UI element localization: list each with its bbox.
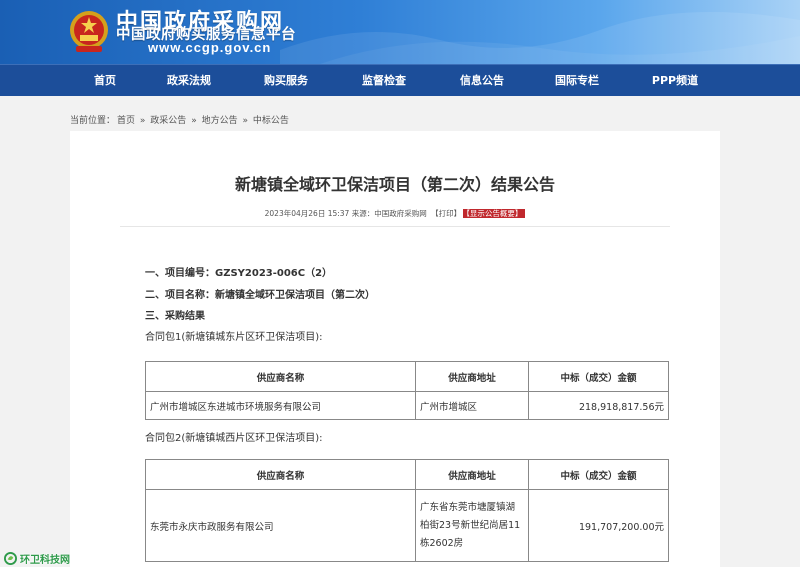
award-amount-cell: 191,707,200.00元 (528, 489, 669, 562)
breadcrumb-label: 当前位置： (70, 116, 116, 126)
header-supplier-address: 供应商地址 (415, 459, 529, 490)
article-panel: 新塘镇全域环卫保洁项目（第二次）结果公告 2023年04月26日 15:37 来… (70, 131, 720, 567)
main-nav: 首页 政采法规 购买服务 监督检查 信息公告 国际专栏 PPP频道 (0, 64, 800, 96)
breadcrumb-item-local[interactable]: 地方公告 (202, 116, 238, 126)
supplier-address-cell: 广州市增城区 (415, 391, 529, 420)
watermark: 环卫科技网 (4, 550, 70, 566)
national-emblem-icon (70, 11, 108, 52)
result-table-2: 供应商名称 供应商地址 中标（成交）金额 东莞市永庆市政服务有限公司 广东省东莞… (145, 459, 669, 562)
procurement-result-heading: 三、采购结果 (145, 311, 205, 322)
breadcrumb-item-home[interactable]: 首页 (117, 116, 135, 126)
header-wave-decoration (280, 12, 800, 64)
package-2-label: 合同包2(新塘镇城西片区环卫保洁项目): (145, 433, 323, 444)
award-amount-cell: 218,918,817.56元 (528, 391, 669, 420)
package-1-label: 合同包1(新塘镇城东片区环卫保洁项目): (145, 332, 323, 343)
nav-item-home[interactable]: 首页 (94, 65, 116, 97)
table-row: 东莞市永庆市政服务有限公司 广东省东莞市塘厦镇湖柏街23号新世纪尚居11栋260… (145, 489, 669, 562)
table-header-row: 供应商名称 供应商地址 中标（成交）金额 (145, 459, 669, 490)
result-table-1: 供应商名称 供应商地址 中标（成交）金额 广州市增城区东进城市环境服务有限公司 … (145, 361, 669, 420)
nav-item-ppp[interactable]: PPP频道 (652, 65, 698, 97)
header-supplier-address: 供应商地址 (415, 361, 529, 392)
breadcrumb-item-announcements[interactable]: 政采公告 (150, 116, 186, 126)
nav-item-announcements[interactable]: 信息公告 (460, 65, 504, 97)
nav-item-international[interactable]: 国际专栏 (555, 65, 599, 97)
article-title: 新塘镇全域环卫保洁项目（第二次）结果公告 (234, 175, 555, 194)
article-meta: 2023年04月26日 15:37 来源：中国政府采购网 【打印】 【显示公告概要… (70, 208, 720, 219)
supplier-name-cell: 东莞市永庆市政服务有限公司 (145, 489, 416, 562)
project-number: 一、项目编号：GZSY2023-006C（2） (145, 268, 333, 279)
watermark-text: 环卫科技网 (20, 554, 70, 566)
breadcrumb-separator: » (139, 116, 146, 126)
breadcrumb-item-award[interactable]: 中标公告 (253, 116, 289, 126)
breadcrumb-separator: » (191, 116, 197, 126)
article-date: 2023年04月26日 15:37 来源： (264, 209, 375, 218)
article-source: 中国政府采购网 (374, 209, 427, 218)
table-header-row: 供应商名称 供应商地址 中标（成交）金额 (145, 361, 669, 392)
table-row: 广州市增城区东进城市环境服务有限公司 广州市增城区 218,918,817.56… (145, 391, 669, 420)
print-link[interactable]: 【打印】 (431, 209, 461, 218)
header-supplier-name: 供应商名称 (145, 361, 416, 392)
project-name: 二、项目名称：新塘镇全域环卫保洁项目（第二次） (145, 290, 375, 301)
nav-item-regulations[interactable]: 政采法规 (167, 65, 211, 97)
supplier-address-cell: 广东省东莞市塘厦镇湖柏街23号新世纪尚居11栋2602房 (415, 489, 529, 562)
nav-item-supervision[interactable]: 监督检查 (362, 65, 406, 97)
breadcrumb-separator: » (242, 116, 248, 126)
recycle-leaf-icon (4, 551, 17, 565)
show-summary-button[interactable]: 【显示公告概要】 (463, 209, 526, 218)
header-supplier-name: 供应商名称 (145, 459, 416, 490)
header-award-amount: 中标（成交）金额 (528, 361, 669, 392)
supplier-name-cell: 广州市增城区东进城市环境服务有限公司 (145, 391, 416, 420)
nav-item-purchase-services[interactable]: 购买服务 (264, 65, 308, 97)
site-url: www.ccgp.gov.cn (148, 40, 272, 55)
breadcrumb: 当前位置： 首页 » 政采公告 » 地方公告 » 中标公告 (70, 113, 291, 126)
header-award-amount: 中标（成交）金额 (528, 459, 669, 490)
divider (120, 226, 670, 227)
site-header: 中国政府采购网 中国政府购买服务信息平台 www.ccgp.gov.cn (0, 0, 800, 64)
